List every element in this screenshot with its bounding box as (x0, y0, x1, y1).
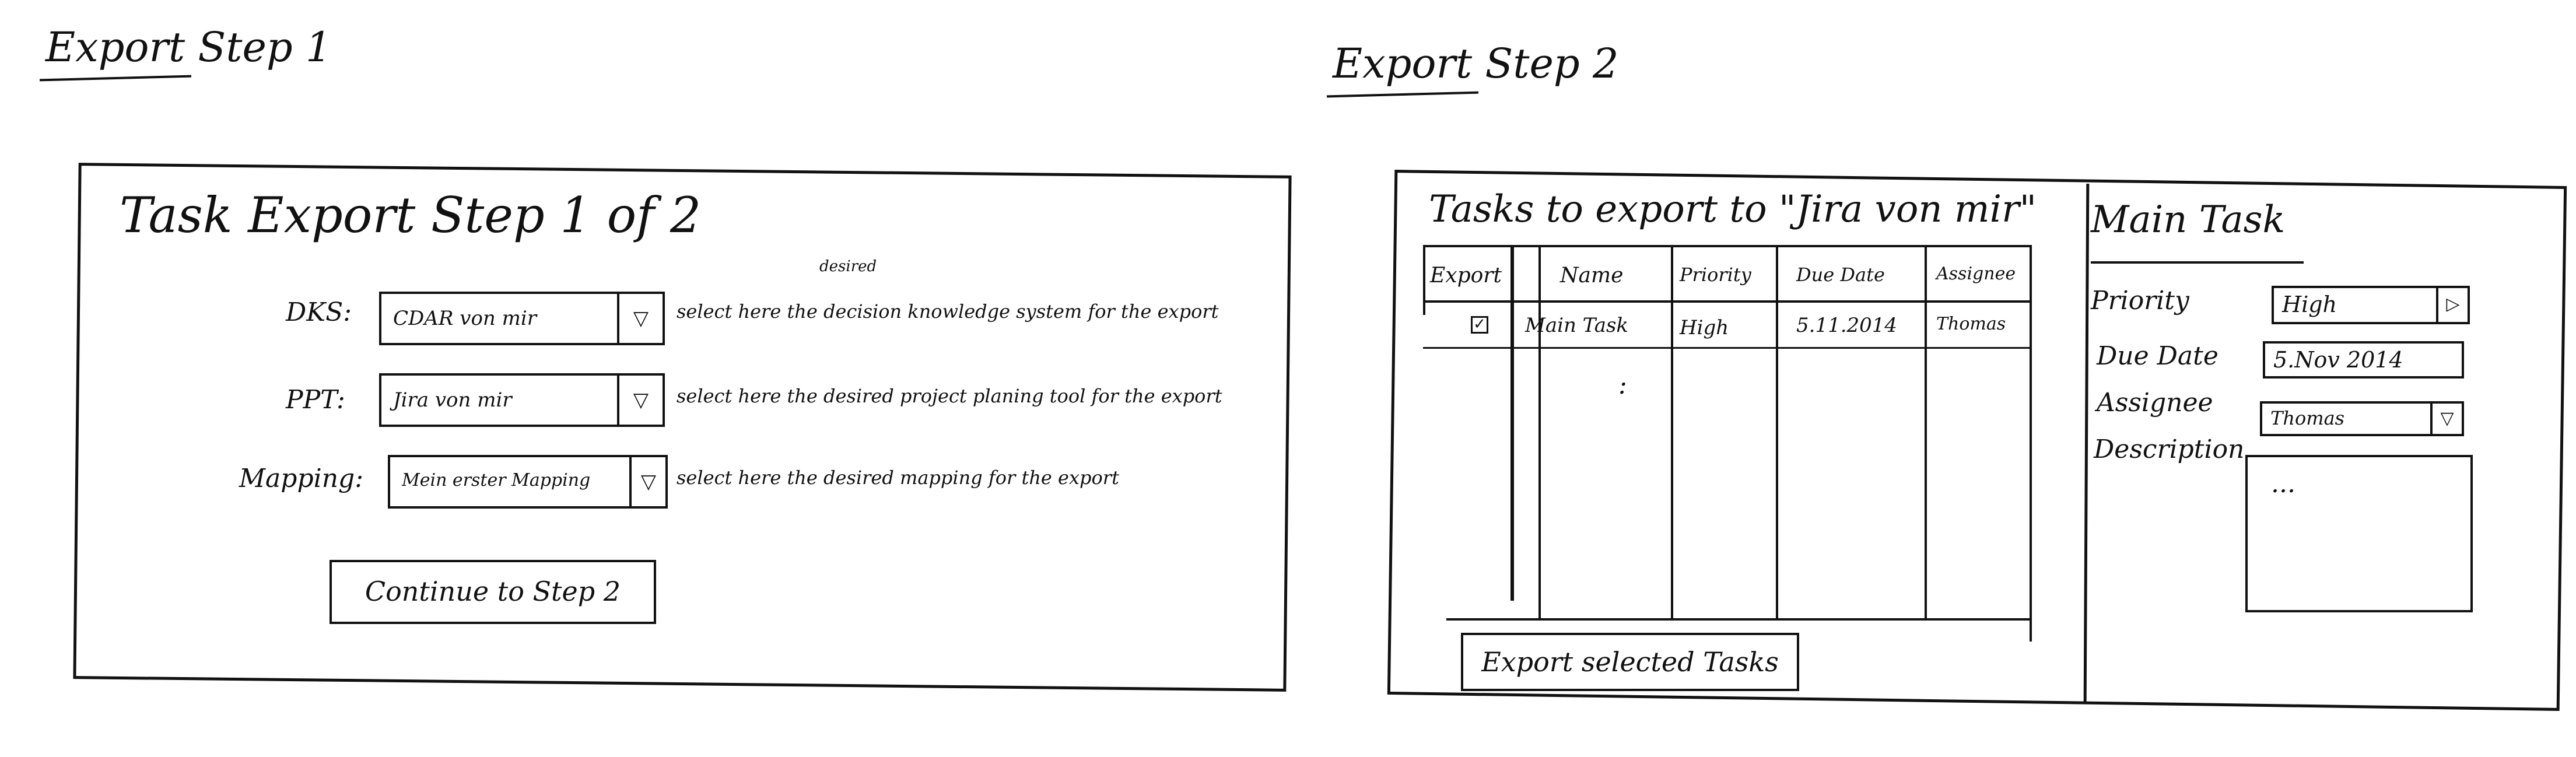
column-header-priority[interactable]: Priority (1680, 264, 1751, 286)
table-col-divider-priority (1671, 245, 1673, 618)
ppt-select-value: Jira von mir (393, 388, 512, 412)
row-task-due-date: 5.11.2014 (1796, 314, 1898, 337)
description-textarea[interactable]: ... (2245, 455, 2473, 612)
row-task-assignee: Thomas (1936, 314, 2006, 334)
table-border-left (1423, 245, 1425, 315)
assignee-select[interactable]: Thomas ▽ (2260, 401, 2464, 436)
row-task-priority: High (1680, 316, 1729, 339)
mapping-label: Mapping: (239, 464, 364, 493)
assignee-select-value: Thomas (2270, 407, 2345, 429)
due-date-field-value: 5.Nov 2014 (2273, 347, 2403, 373)
dks-hint: select here the decision knowledge syste… (677, 300, 1219, 323)
more-rows-ellipsis: : (1618, 370, 1627, 400)
ppt-hint: select here the desired project planing … (677, 385, 1222, 407)
dropdown-arrow-icon[interactable]: ▽ (617, 376, 663, 425)
checkmark-icon: ✓ (1473, 316, 1486, 333)
export-selected-tasks-button[interactable]: Export selected Tasks (1461, 633, 1799, 691)
assignee-label: Assignee (2097, 388, 2213, 418)
step1-heading: Export Step 1 (39, 23, 332, 82)
due-date-label: Due Date (2097, 341, 2218, 371)
row-export-checkbox[interactable]: ✓ (1471, 316, 1488, 334)
column-header-name[interactable]: Name (1560, 264, 1623, 288)
row-task-name: Main Task (1525, 314, 1629, 337)
detail-title: Main Task (2091, 198, 2286, 241)
continue-to-step2-button[interactable]: Continue to Step 2 (330, 560, 656, 624)
column-header-export[interactable]: Export (1430, 264, 1502, 288)
table-border-bottom (1446, 618, 2030, 621)
due-date-field[interactable]: 5.Nov 2014 (2263, 341, 2464, 378)
table-border-top (1423, 245, 2030, 247)
table-col-divider-name (1538, 245, 1541, 618)
table-col-divider-assignee (1925, 245, 1927, 618)
mapping-select[interactable]: Mein erster Mapping ▽ (388, 455, 668, 509)
step2-heading-underline (1326, 91, 1479, 98)
column-header-assignee[interactable]: Assignee (1936, 264, 2016, 284)
step2-heading: Export Step 2 (1326, 40, 1619, 98)
ppt-label: PPT: (286, 385, 345, 415)
priority-select-value: High (2282, 292, 2337, 317)
step1-heading-underline (39, 75, 192, 82)
dropdown-arrow-icon[interactable]: ▽ (629, 457, 665, 506)
ppt-select[interactable]: Jira von mir ▽ (379, 373, 665, 427)
table-col-divider-due (1776, 245, 1778, 618)
dks-select-value: CDAR von mir (393, 307, 537, 330)
tasks-table-title: Tasks to export to "Jira von mir" (1429, 188, 2037, 231)
step1-dialog-title: Task Export Step 1 of 2 (120, 187, 702, 244)
table-col-divider-export (1510, 245, 1514, 601)
dks-select[interactable]: CDAR von mir ▽ (379, 292, 665, 345)
dropdown-arrow-icon[interactable]: ▽ (617, 294, 663, 343)
mapping-select-value: Mein erster Mapping (402, 470, 591, 490)
table-row-separator (1423, 347, 2030, 349)
dropdown-arrow-icon[interactable]: ▷ (2436, 288, 2468, 322)
step1-heading-text: Export Step 1 (45, 23, 332, 71)
detail-title-underline (2091, 261, 2304, 264)
priority-label: Priority (2091, 286, 2189, 316)
description-textarea-value: ... (2271, 469, 2295, 499)
dropdown-arrow-icon[interactable]: ▽ (2430, 404, 2462, 434)
tasks-table: Export Name Priority Due Date Assignee ✓… (1423, 245, 2035, 642)
mapping-hint: select here the desired mapping for the … (677, 467, 1119, 489)
description-label: Description (2094, 434, 2245, 464)
step2-heading-text: Export Step 2 (1333, 40, 1619, 87)
dks-hint-note: desired (819, 258, 877, 275)
table-border-right (2030, 245, 2032, 642)
column-header-due-date[interactable]: Due Date (1796, 264, 1885, 286)
dks-label: DKS: (286, 297, 352, 327)
priority-select[interactable]: High ▷ (2272, 286, 2470, 324)
table-header-separator (1423, 300, 2030, 303)
